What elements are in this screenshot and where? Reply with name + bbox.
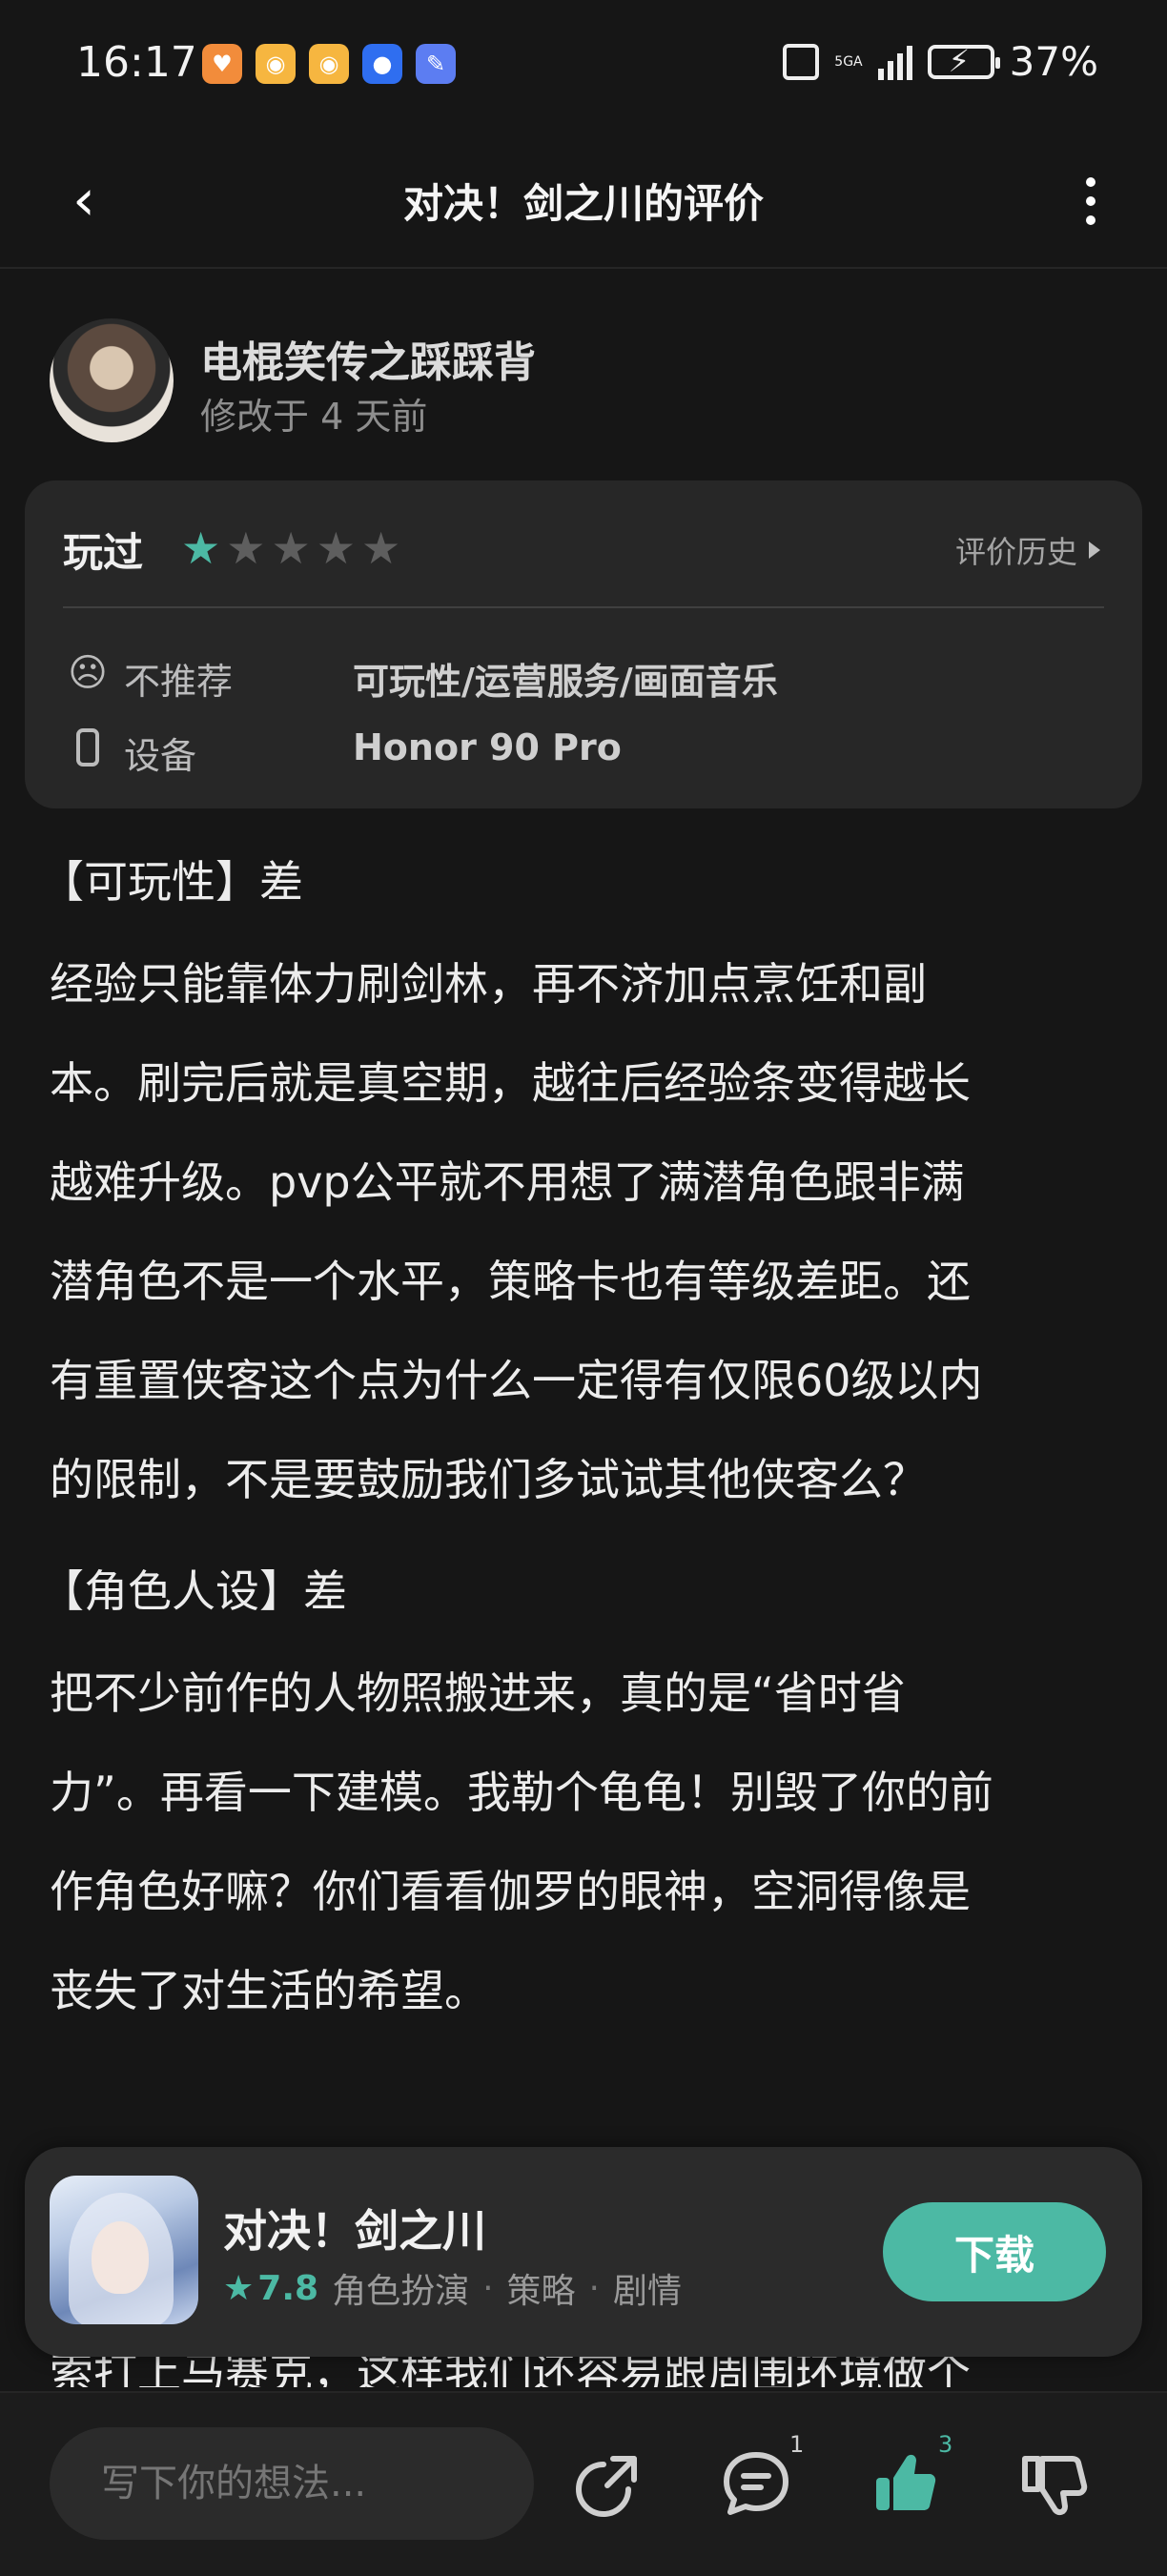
device-value: Honor 90 Pro [353, 726, 622, 768]
comment-input[interactable] [50, 2427, 534, 2540]
separator: · [482, 2268, 494, 2308]
battery-icon: ⚡ [927, 43, 1000, 79]
chevron-right-icon [1089, 542, 1100, 559]
game-score: ★ 7.8 [223, 2269, 318, 2308]
battery-percent: 37% [1009, 38, 1098, 85]
vibrate-icon [783, 43, 820, 80]
like-icon[interactable] [862, 2441, 948, 2526]
game-name[interactable]: 对决！剑之川 [223, 2197, 486, 2259]
device-label: 设备 [124, 735, 197, 777]
weibo-icon: ◉ [256, 44, 296, 84]
section-heading: 【角色人设】差 [40, 1565, 347, 1617]
review-line: 把不少前作的人物照搬进来，真的是“省时省 [50, 1667, 906, 1719]
review-line: 经验只能靠体力刷剑林，再不济加点烹饪和副 [50, 958, 927, 1010]
star-icon: ★ [226, 522, 266, 574]
star-icon: ★ [361, 522, 401, 574]
signal-bars-icon [877, 44, 912, 80]
review-line: 潜角色不是一个水平，策略卡也有等级差距。还 [50, 1256, 971, 1307]
signal-icon: 5GA [834, 55, 862, 69]
star-icon: ★ [223, 2268, 255, 2308]
system-status: 5GA ⚡ 37% [783, 38, 1098, 85]
review-line: 有重置侠客这个点为什么一定得有仅限60级以内 [50, 1355, 983, 1406]
comment-count: 1 [789, 2431, 805, 2458]
status-bar: 16:17 ♥ ◉ ◉ ● ✎ 5GA ⚡ 37% [0, 0, 1167, 133]
played-label: 玩过 [63, 529, 144, 576]
rating-history-link[interactable]: 评价历史 [955, 528, 1100, 572]
review-line: 力”。再看一下建模。我勒个龟龟！别毁了你的前 [50, 1767, 993, 1818]
notification-icons: ♥ ◉ ◉ ● ✎ [202, 44, 456, 84]
star-icon: ★ [316, 522, 356, 574]
game-tag: 剧情 [613, 2272, 683, 2311]
star-icon: ★ [181, 522, 221, 574]
like-count: 3 [938, 2431, 953, 2458]
game-tag: 策略 [506, 2272, 576, 2311]
section-heading: 【可玩性】差 [40, 856, 303, 908]
rating-card: 玩过 ★ ★ ★ ★ ★ 评价历史 ☹ 不推荐 可玩性/运营服务/画面音乐 设备… [25, 480, 1142, 808]
not-recommend-reasons: 可玩性/运营服务/画面音乐 [353, 661, 778, 703]
review-line: 的限制，不是要鼓励我们多试试其他侠客么？ [50, 1454, 927, 1505]
review-content: 【可玩性】差 经验只能靠体力刷剑林，再不济加点烹饪和副 本。刷完后就是真空期，越… [40, 839, 1127, 2040]
circle-app-icon: ● [362, 44, 402, 84]
game-tag: 角色扮演 [332, 2272, 470, 2311]
star-rating: ★ ★ ★ ★ ★ [181, 522, 400, 574]
more-options-icon[interactable] [1062, 168, 1119, 235]
status-time: 16:17 [76, 38, 197, 87]
phone-icon [67, 726, 109, 768]
comment-icon[interactable] [713, 2441, 799, 2526]
rating-history-label: 评价历史 [954, 534, 1077, 570]
share-icon[interactable] [566, 2441, 652, 2526]
avatar[interactable] [50, 318, 174, 442]
page-title: 对决！剑之川的评价 [402, 180, 764, 227]
review-line: 本。刷完后就是真空期，越往后经验条变得越长 [50, 1057, 971, 1109]
game-icon[interactable] [50, 2176, 198, 2324]
feather-app-icon: ✎ [416, 44, 456, 84]
top-nav: ‹ 对决！剑之川的评价 [0, 133, 1167, 269]
game-meta: ★ 7.8 角色扮演 · 策略 · 剧情 [223, 2263, 682, 2313]
download-button[interactable]: 下载 [883, 2202, 1106, 2301]
separator: · [588, 2268, 600, 2308]
score-value: 7.8 [257, 2268, 319, 2308]
game-card[interactable]: 对决！剑之川 ★ 7.8 角色扮演 · 策略 · 剧情 下载 [25, 2147, 1142, 2357]
dislike-icon[interactable] [1011, 2441, 1096, 2526]
weibo-icon: ◉ [309, 44, 349, 84]
review-line: 越难升级。pvp公平就不用想了满潜角色跟非满 [50, 1156, 965, 1208]
divider [63, 606, 1104, 608]
network-type: 5GA [834, 53, 863, 70]
modified-time: 修改于 4 天前 [200, 396, 428, 438]
sad-face-icon: ☹ [68, 651, 108, 695]
username[interactable]: 电棍笑传之踩踩背 [200, 328, 536, 389]
not-recommend-label: 不推荐 [124, 661, 234, 703]
review-line: 丧失了对生活的希望。 [50, 1965, 488, 2016]
bottom-bar: 1 3 [0, 2391, 1167, 2576]
heart-app-icon: ♥ [202, 44, 242, 84]
star-icon: ★ [271, 522, 311, 574]
review-line: 作角色好嘛？你们看看伽罗的眼神，空洞得像是 [50, 1866, 971, 1917]
